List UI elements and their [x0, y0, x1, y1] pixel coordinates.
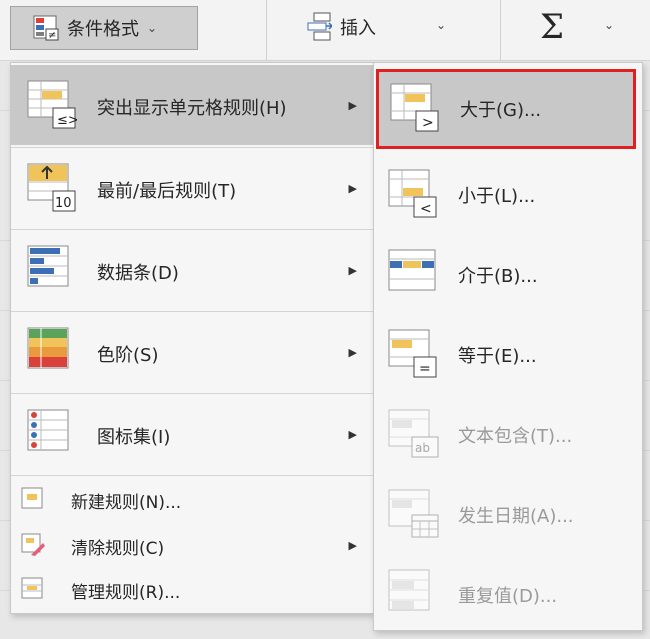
menu-item-label: 色阶(S)	[97, 345, 159, 366]
autosum-button[interactable]: Σ	[540, 10, 564, 44]
submenu-item-label: 介于(B)...	[458, 266, 538, 287]
submenu-item-label: 发生日期(A)...	[458, 506, 574, 527]
submenu-item-label: 小于(L)...	[458, 186, 536, 207]
menu-divider	[11, 147, 373, 148]
svg-text:=: =	[419, 361, 431, 377]
submenu-item-less-than[interactable]: < 小于(L)...	[374, 155, 640, 235]
menu-divider	[11, 229, 373, 230]
autosum-dropdown-icon[interactable]: ⌄	[604, 18, 614, 32]
submenu-item-duplicate-values[interactable]: 重复值(D)...	[374, 555, 640, 635]
highlight-cells-rules-submenu: > 大于(G)... < 小于(L)... 介于(B)... = 等于(E)..…	[373, 62, 643, 631]
conditional-format-button[interactable]: ≠ 条件格式 ⌄	[10, 6, 198, 50]
icon-sets-icon	[27, 409, 69, 451]
greater-than-icon: >	[390, 83, 439, 132]
submenu-item-equal-to[interactable]: = 等于(E)...	[374, 315, 640, 395]
menu-item-label: 数据条(D)	[97, 263, 179, 284]
menu-divider	[11, 475, 373, 476]
submenu-arrow-icon: ▶	[348, 99, 357, 112]
menu-item-data-bars[interactable]: 数据条(D) ▶	[11, 231, 373, 311]
menu-item-highlight-cells-rules[interactable]: ≤> 突出显示单元格规则(H) ▶	[11, 65, 373, 145]
data-bars-icon	[27, 245, 69, 287]
submenu-item-between[interactable]: 介于(B)...	[374, 235, 640, 315]
ribbon: ≠ 条件格式 ⌄ 插入 ⌄ Σ ⌄	[0, 0, 650, 61]
less-than-icon: <	[388, 169, 437, 218]
conditional-format-icon: ≠	[33, 15, 59, 41]
conditional-format-label: 条件格式	[67, 19, 139, 40]
menu-divider	[11, 311, 373, 312]
insert-button[interactable]: 插入	[306, 12, 376, 42]
svg-text:>: >	[422, 115, 434, 131]
ribbon-divider	[500, 0, 501, 60]
highlight-cells-rules-icon: ≤>	[27, 80, 77, 129]
new-rule-icon	[21, 487, 43, 509]
top-bottom-rules-icon: 10	[27, 163, 76, 212]
chevron-down-icon: ⌄	[147, 21, 158, 35]
sigma-icon: Σ	[540, 7, 565, 47]
submenu-arrow-icon: ▶	[348, 346, 357, 359]
between-icon	[388, 249, 436, 291]
menu-item-new-rule[interactable]: 新建规则(N)...	[11, 477, 373, 521]
color-scales-icon	[27, 327, 69, 369]
menu-item-icon-sets[interactable]: 图标集(I) ▶	[11, 395, 373, 475]
manage-rules-icon	[21, 577, 43, 599]
submenu-item-date-occurring[interactable]: 发生日期(A)...	[374, 475, 640, 555]
equal-to-icon: =	[388, 329, 437, 378]
menu-item-color-scales[interactable]: 色阶(S) ▶	[11, 313, 373, 393]
menu-item-label: 管理规则(R)...	[71, 583, 181, 603]
menu-item-top-bottom-rules[interactable]: 10 最前/最后规则(T) ▶	[11, 149, 373, 229]
submenu-arrow-icon: ▶	[348, 264, 357, 277]
insert-cells-icon	[307, 12, 332, 41]
submenu-arrow-icon: ▶	[348, 539, 357, 552]
conditional-format-menu: ≤> 突出显示单元格规则(H) ▶ 10 最前/最后规则(T) ▶ 数据条(D)…	[10, 62, 374, 614]
menu-item-clear-rules[interactable]: 清除规则(C) ▶	[11, 523, 373, 567]
menu-item-label: 突出显示单元格规则(H)	[97, 98, 287, 119]
svg-text:<: <	[420, 201, 432, 217]
svg-text:ab: ab	[415, 441, 430, 455]
svg-text:≤>: ≤>	[57, 113, 77, 128]
text-contains-icon: ab	[388, 409, 439, 458]
menu-item-label: 最前/最后规则(T)	[97, 181, 237, 202]
submenu-item-greater-than[interactable]: > 大于(G)...	[376, 69, 636, 149]
menu-item-manage-rules[interactable]: 管理规则(R)...	[11, 567, 373, 611]
ribbon-divider	[266, 0, 267, 60]
menu-item-label: 清除规则(C)	[71, 539, 165, 559]
svg-text:≠: ≠	[48, 30, 56, 41]
clear-rules-icon	[21, 533, 45, 556]
submenu-item-text-contains[interactable]: ab 文本包含(T)...	[374, 395, 640, 475]
submenu-item-label: 等于(E)...	[458, 346, 537, 367]
insert-dropdown-icon[interactable]: ⌄	[436, 18, 446, 32]
submenu-item-label: 重复值(D)...	[458, 586, 558, 607]
duplicate-values-icon	[388, 569, 430, 611]
date-occurring-icon	[388, 489, 439, 538]
submenu-item-label: 大于(G)...	[460, 100, 542, 121]
menu-item-label: 图标集(I)	[97, 427, 171, 448]
submenu-arrow-icon: ▶	[348, 182, 357, 195]
svg-text:10: 10	[55, 196, 72, 211]
menu-item-label: 新建规则(N)...	[71, 493, 182, 513]
submenu-item-label: 文本包含(T)...	[458, 426, 573, 447]
submenu-arrow-icon: ▶	[348, 428, 357, 441]
insert-label: 插入	[340, 18, 376, 39]
menu-divider	[11, 393, 373, 394]
